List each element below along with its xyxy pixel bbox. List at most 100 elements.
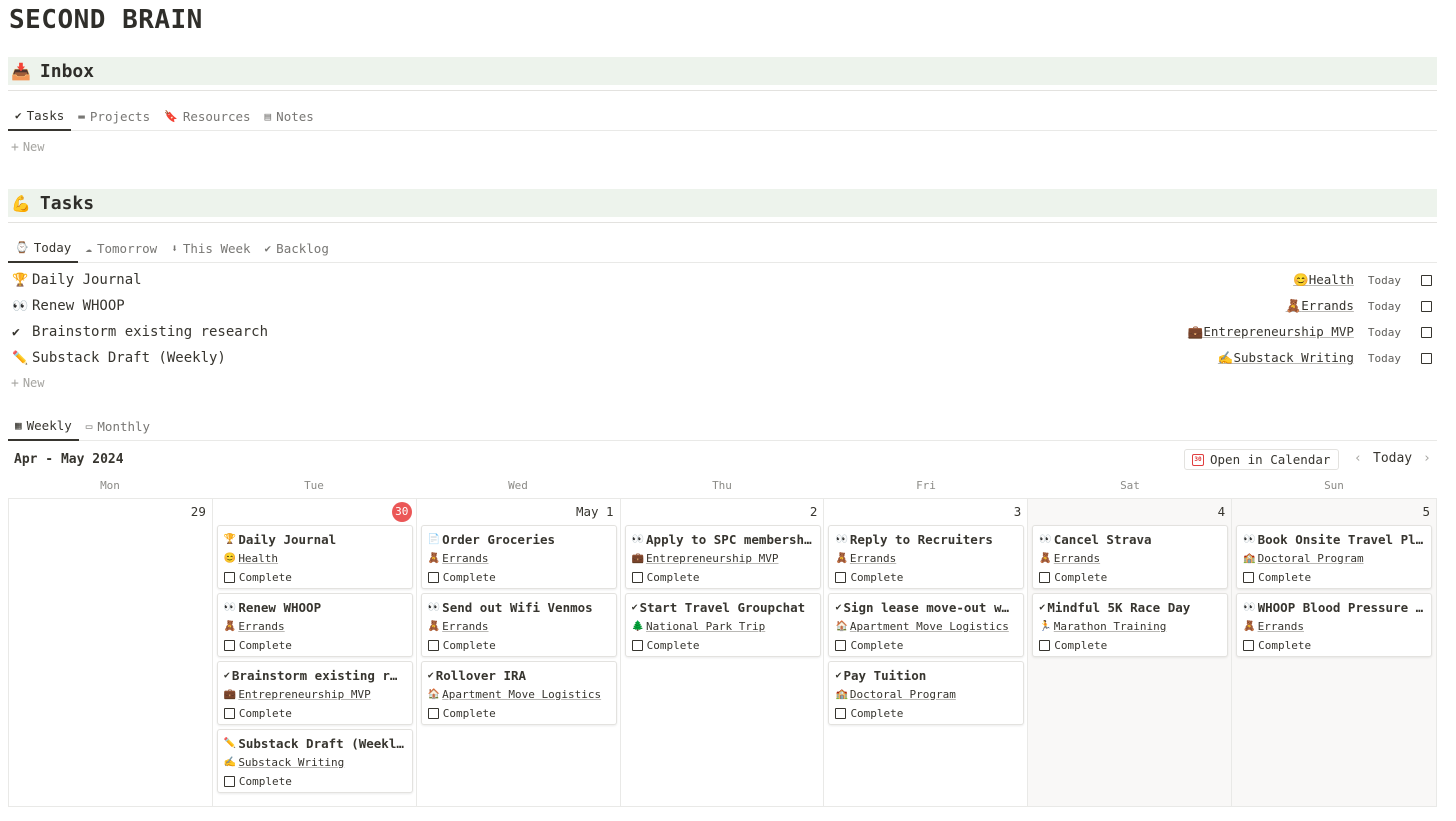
calendar-card[interactable]: ✔ Sign lease move-out w… 🏠 Apartment Move … <box>828 593 1025 657</box>
house-icon: 🏠 <box>835 620 848 632</box>
card-title: Renew WHOOP <box>238 599 322 615</box>
tab-tasks[interactable]: ✔ Tasks <box>8 101 72 131</box>
calendar-card[interactable]: ✔ Brainstorm existing r… 💼 Entrepreneurshi… <box>216 661 413 725</box>
card-project-link[interactable]: Entrepreneurship MVP <box>238 688 370 701</box>
card-project-link[interactable]: Health <box>238 552 278 565</box>
task-project-link[interactable]: 🧸Errands <box>1286 298 1354 314</box>
calendar-card[interactable]: 👀 Reply to Recruiters 🧸 Errands Complete <box>828 525 1025 589</box>
calendar-card[interactable]: ✔ Mindful 5K Race Day 🏃 Marathon Training … <box>1032 593 1229 657</box>
card-project-link[interactable]: Errands <box>238 620 284 633</box>
day-cell-mon[interactable]: 29 <box>9 499 213 806</box>
tab-resources[interactable]: 🔖 Resources <box>157 101 257 131</box>
card-project-link[interactable]: Errands <box>442 620 488 633</box>
task-name[interactable]: Substack Draft (Weekly) <box>32 350 226 366</box>
complete-checkbox[interactable] <box>1243 571 1255 583</box>
tab-label: Tasks <box>26 107 65 123</box>
complete-checkbox[interactable] <box>223 707 235 719</box>
chevron-right-icon[interactable]: › <box>1423 451 1431 466</box>
card-title: Pay Tuition <box>843 667 927 683</box>
card-project-link[interactable]: Errands <box>1054 552 1100 565</box>
task-complete-checkbox[interactable] <box>1421 300 1432 312</box>
day-cell-sun[interactable]: 5 👀 Book Onsite Travel Pl… 🏫 Doctoral Prog… <box>1232 499 1437 806</box>
task-complete-checkbox[interactable] <box>1421 326 1432 338</box>
tab-weekly[interactable]: ▦ Weekly <box>8 411 79 441</box>
complete-checkbox[interactable] <box>1039 639 1051 651</box>
card-project-link[interactable]: Errands <box>442 552 488 565</box>
complete-checkbox[interactable] <box>631 571 643 583</box>
tab-label: Weekly <box>26 417 72 433</box>
card-project-link[interactable]: Entrepreneurship MVP <box>646 552 778 565</box>
complete-checkbox[interactable] <box>223 639 235 651</box>
task-row[interactable]: 🏆 Daily Journal 😊Health Today <box>12 267 1432 293</box>
complete-checkbox[interactable] <box>427 639 439 651</box>
tasks-new-button[interactable]: + New <box>11 376 45 391</box>
calendar-card[interactable]: 👀 Send out Wifi Venmos 🧸 Errands Complete <box>420 593 617 657</box>
calendar-card[interactable]: 👀 Apply to SPC membersh… 💼 Entrepreneurshi… <box>624 525 821 589</box>
calendar-card[interactable]: ✔ Rollover IRA 🏠 Apartment Move Logistics … <box>420 661 617 725</box>
complete-label: Complete <box>850 638 904 652</box>
calendar-card[interactable]: ✔ Start Travel Groupchat 🌲 National Park T… <box>624 593 821 657</box>
chevron-left-icon[interactable]: ‹ <box>1354 451 1362 466</box>
card-project-link[interactable]: Apartment Move Logistics <box>442 688 601 701</box>
day-cell-thu[interactable]: 2 👀 Apply to SPC membersh… 💼 Entrepreneurs… <box>621 499 825 806</box>
card-project-link[interactable]: Substack Writing <box>238 756 344 769</box>
tasks-divider <box>8 222 1437 223</box>
week-calendar-grid: 29 30 🏆 Daily Journal 😊 Health Complete 👀 R… <box>8 498 1437 807</box>
inbox-new-button[interactable]: + New <box>11 140 45 155</box>
card-project-link[interactable]: National Park Trip <box>646 620 765 633</box>
today-button[interactable]: Today <box>1373 451 1412 466</box>
day-cell-tue[interactable]: 30 🏆 Daily Journal 😊 Health Complete 👀 Rene… <box>213 499 417 806</box>
card-project-link[interactable]: Errands <box>850 552 896 565</box>
calendar-card[interactable]: ✏️ Substack Draft (Weekl… ✍️ Substack Writ… <box>216 729 413 793</box>
complete-checkbox[interactable] <box>835 707 847 719</box>
card-project-link[interactable]: Doctoral Program <box>1258 552 1364 565</box>
task-row[interactable]: ✔ Brainstorm existing research 💼Entrepre… <box>12 319 1432 345</box>
day-cell-sat[interactable]: 4 👀 Cancel Strava 🧸 Errands Complete ✔ Mind… <box>1028 499 1233 806</box>
complete-checkbox[interactable] <box>223 571 235 583</box>
eyes-icon: 👀 <box>12 298 29 314</box>
day-cell-fri[interactable]: 3 👀 Reply to Recruiters 🧸 Errands Complete… <box>824 499 1029 806</box>
teddy-bear-icon: 🧸 <box>835 552 848 564</box>
complete-checkbox[interactable] <box>835 639 847 651</box>
calendar-card[interactable]: 🏆 Daily Journal 😊 Health Complete <box>216 525 413 589</box>
weekday-header: Sun <box>1324 479 1344 492</box>
complete-label: Complete <box>1054 638 1108 652</box>
task-name[interactable]: Renew WHOOP <box>32 298 125 314</box>
calendar-card[interactable]: 👀 WHOOP Blood Pressure … 🧸 Errands Complet… <box>1236 593 1433 657</box>
calendar-card[interactable]: 👀 Renew WHOOP 🧸 Errands Complete <box>216 593 413 657</box>
card-project-link[interactable]: Marathon Training <box>1054 620 1167 633</box>
open-in-calendar-button[interactable]: 30 Open in Calendar <box>1184 449 1340 470</box>
task-complete-checkbox[interactable] <box>1421 274 1432 286</box>
calendar-card[interactable]: 👀 Book Onsite Travel Pl… 🏫 Doctoral Progra… <box>1236 525 1433 589</box>
tab-monthly[interactable]: ▭ Monthly <box>79 411 157 441</box>
task-project-link[interactable]: 😊Health <box>1293 272 1354 288</box>
tab-this-week[interactable]: ⬇ This Week <box>164 233 257 263</box>
card-project-link[interactable]: Doctoral Program <box>850 688 956 701</box>
tab-backlog[interactable]: ✔ Backlog <box>258 233 336 263</box>
task-row[interactable]: 👀 Renew WHOOP 🧸Errands Today <box>12 293 1432 319</box>
calendar-card[interactable]: 📄 Order Groceries 🧸 Errands Complete <box>420 525 617 589</box>
tab-today[interactable]: ⌚ Today <box>8 233 79 263</box>
complete-checkbox[interactable] <box>1243 639 1255 651</box>
task-row[interactable]: ✏️ Substack Draft (Weekly) ✍️Substack Wr… <box>12 345 1432 371</box>
card-project-link[interactable]: Errands <box>1258 620 1304 633</box>
task-project-link[interactable]: 💼Entrepreneurship MVP <box>1188 324 1354 340</box>
tab-notes[interactable]: ▤ Notes <box>258 101 321 131</box>
card-project-link[interactable]: Apartment Move Logistics <box>850 620 1009 633</box>
inbox-divider <box>8 90 1437 91</box>
complete-checkbox[interactable] <box>427 571 439 583</box>
day-cell-wed[interactable]: May 1 📄 Order Groceries 🧸 Errands Complete… <box>417 499 621 806</box>
complete-checkbox[interactable] <box>223 775 235 787</box>
task-name[interactable]: Brainstorm existing research <box>32 324 268 340</box>
task-name[interactable]: Daily Journal <box>32 272 142 288</box>
task-complete-checkbox[interactable] <box>1421 352 1432 364</box>
task-project-link[interactable]: ✍️Substack Writing <box>1218 350 1354 366</box>
complete-checkbox[interactable] <box>631 639 643 651</box>
complete-checkbox[interactable] <box>427 707 439 719</box>
complete-checkbox[interactable] <box>1039 571 1051 583</box>
tab-tomorrow[interactable]: ☁ Tomorrow <box>78 233 164 263</box>
tab-projects[interactable]: ▬ Projects <box>71 101 157 131</box>
calendar-card[interactable]: ✔ Pay Tuition 🏫 Doctoral Program Complete <box>828 661 1025 725</box>
calendar-card[interactable]: 👀 Cancel Strava 🧸 Errands Complete <box>1032 525 1229 589</box>
complete-checkbox[interactable] <box>835 571 847 583</box>
